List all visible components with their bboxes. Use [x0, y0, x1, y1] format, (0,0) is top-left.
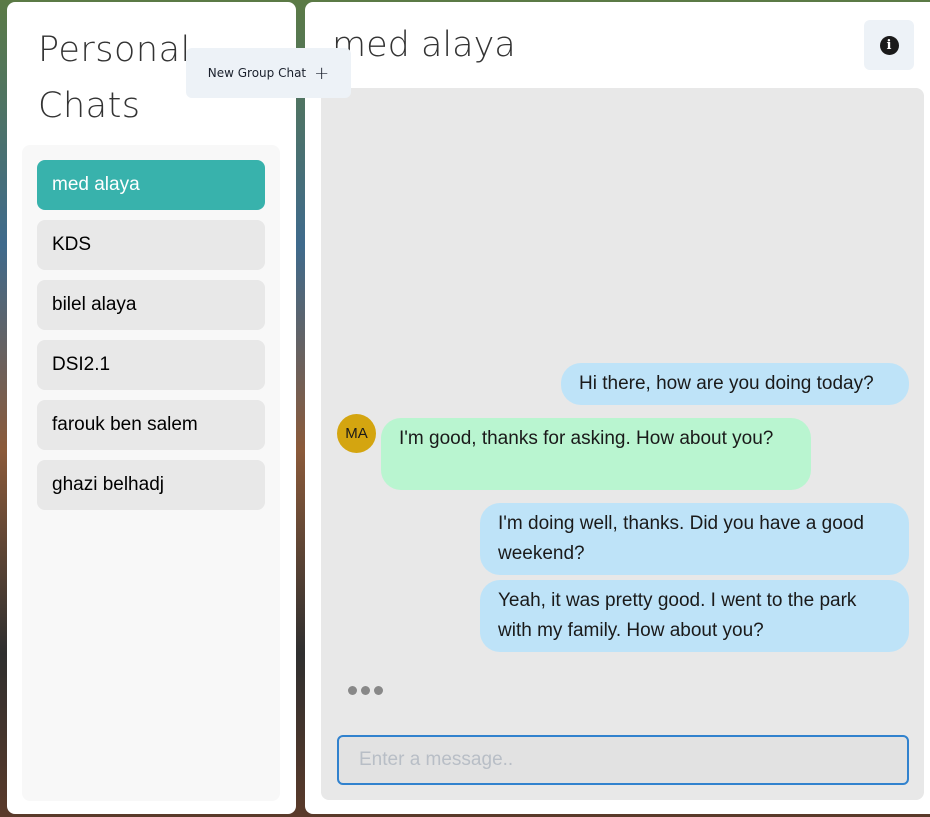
- typing-dot: [348, 686, 357, 695]
- message-bubble-received: I'm good, thanks for asking. How about y…: [381, 418, 811, 490]
- message-bubble-sent: I'm doing well, thanks. Did you have a g…: [480, 503, 909, 575]
- messages-area: Hi there, how are you doing today? MA I'…: [321, 88, 924, 800]
- new-group-chat-button[interactable]: New Group Chat +: [186, 48, 351, 98]
- page-title: Personal Chats: [38, 30, 191, 126]
- chat-list-panel: Personal Chats med alaya KDS bilel alaya…: [7, 2, 296, 814]
- message-input[interactable]: [337, 735, 909, 785]
- message-bubble-sent: Yeah, it was pretty good. I went to the …: [480, 580, 909, 652]
- chat-item-ghazi-belhadj[interactable]: ghazi belhadj: [37, 460, 265, 510]
- info-button[interactable]: i: [864, 20, 914, 70]
- new-group-chat-label: New Group Chat: [207, 66, 307, 80]
- message-bubble-sent: Hi there, how are you doing today?: [561, 363, 909, 405]
- chat-item-med-alaya[interactable]: med alaya: [37, 160, 265, 210]
- chat-title: med alaya: [332, 25, 516, 65]
- avatar: MA: [337, 414, 376, 453]
- typing-dot: [361, 686, 370, 695]
- chat-item-bilel-alaya[interactable]: bilel alaya: [37, 280, 265, 330]
- typing-indicator: [348, 686, 383, 695]
- chat-panel: med alaya i Hi there, how are you doing …: [305, 2, 930, 814]
- chat-list: med alaya KDS bilel alaya DSI2.1 farouk …: [22, 145, 280, 801]
- chat-item-dsi2-1[interactable]: DSI2.1: [37, 340, 265, 390]
- chat-item-kds[interactable]: KDS: [37, 220, 265, 270]
- chat-item-farouk-ben-salem[interactable]: farouk ben salem: [37, 400, 265, 450]
- info-icon: i: [879, 35, 899, 55]
- plus-icon: +: [314, 62, 330, 84]
- typing-dot: [374, 686, 383, 695]
